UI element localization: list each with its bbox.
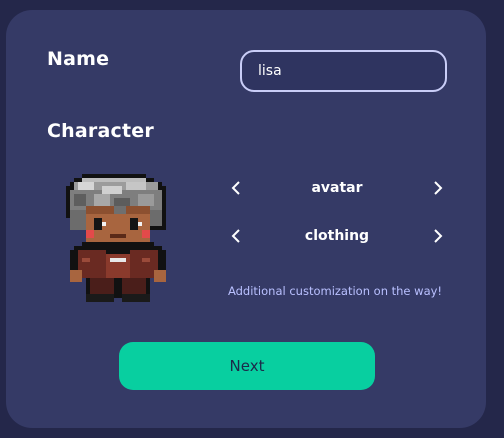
avatar-sprite [66, 174, 166, 302]
name-input[interactable] [240, 50, 447, 92]
clothing-next-button[interactable] [426, 222, 450, 250]
character-setup-card: Name Character [6, 10, 486, 428]
clothing-selector-label: clothing [304, 228, 370, 244]
customization-note: Additional customization on the way! [227, 284, 443, 298]
chevron-right-icon [434, 229, 443, 243]
avatar-prev-button[interactable] [224, 174, 248, 202]
chevron-left-icon [231, 181, 240, 195]
clothing-selector: clothing [224, 222, 450, 250]
name-label: Name [47, 48, 110, 70]
clothing-prev-button[interactable] [224, 222, 248, 250]
avatar-selector: avatar [224, 174, 450, 202]
character-avatar-preview [66, 174, 170, 306]
chevron-left-icon [231, 229, 240, 243]
character-label: Character [47, 120, 154, 142]
avatar-selector-label: avatar [311, 180, 363, 196]
avatar-next-button[interactable] [426, 174, 450, 202]
next-button[interactable]: Next [119, 342, 375, 390]
chevron-right-icon [434, 181, 443, 195]
